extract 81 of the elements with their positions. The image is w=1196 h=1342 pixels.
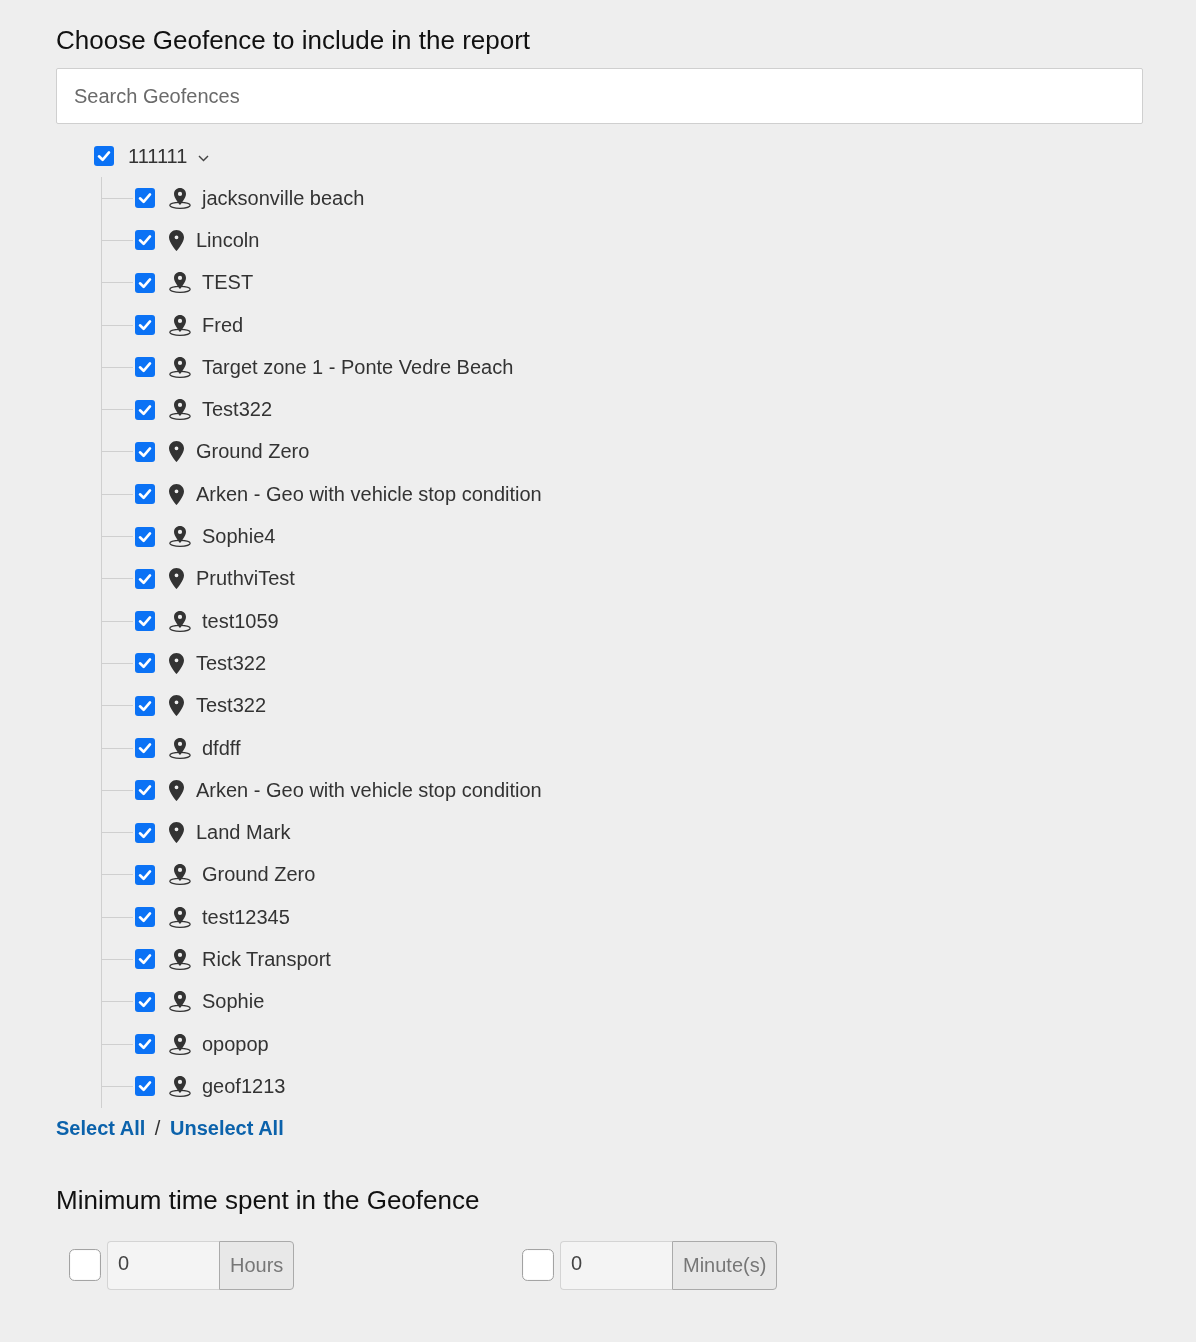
checkbox[interactable] bbox=[94, 146, 114, 166]
map-pin-icon bbox=[169, 779, 184, 801]
group-label: 111111 bbox=[128, 144, 188, 168]
unselect-all-link[interactable]: Unselect All bbox=[170, 1116, 284, 1139]
checkbox[interactable] bbox=[135, 315, 155, 336]
pin-with-ring-icon bbox=[169, 399, 191, 421]
unit-label: Hours bbox=[219, 1240, 295, 1290]
number-input[interactable]: 0 bbox=[560, 1240, 672, 1290]
pin-with-ring-icon bbox=[169, 272, 191, 294]
map-pin-icon bbox=[169, 652, 184, 674]
geofence-label: Arken - Geo with vehicle stop condition bbox=[196, 482, 542, 506]
checkbox[interactable] bbox=[135, 822, 155, 843]
map-pin-icon bbox=[169, 483, 184, 505]
chevron-down-icon[interactable] bbox=[198, 154, 210, 162]
geofence-label: PruthviTest bbox=[196, 567, 295, 591]
map-pin-icon bbox=[169, 822, 184, 844]
checkbox[interactable] bbox=[522, 1249, 554, 1282]
geofence-label: opopop bbox=[202, 1032, 269, 1056]
pin-with-ring-icon bbox=[169, 1033, 191, 1055]
pin-with-ring-icon bbox=[169, 356, 191, 378]
geofence-label: test12345 bbox=[202, 905, 290, 929]
pin-with-ring-icon bbox=[169, 737, 191, 759]
map-pin-icon bbox=[169, 441, 184, 463]
geofence-label: TEST bbox=[202, 271, 254, 295]
checkbox[interactable] bbox=[135, 907, 155, 928]
geofence-label: Target zone 1 - Ponte Vedre Beach bbox=[202, 355, 514, 379]
checkbox[interactable] bbox=[135, 272, 155, 293]
geofence-label: jacksonville beach bbox=[202, 186, 365, 210]
checkbox[interactable] bbox=[135, 357, 155, 378]
geofence-label: Sophie bbox=[202, 990, 265, 1014]
pin-with-ring-icon bbox=[169, 1075, 191, 1097]
geofence-label: Rick Transport bbox=[202, 948, 331, 971]
geofence-label: geof1213 bbox=[202, 1074, 286, 1098]
section-heading: Choose Geofence to include in the report bbox=[56, 24, 532, 57]
geofence-label: Lincoln bbox=[196, 228, 260, 252]
pin-with-ring-icon bbox=[169, 991, 191, 1013]
geofence-label: Land Mark bbox=[196, 821, 291, 845]
geofence-label: Test322 bbox=[196, 694, 267, 718]
checkbox[interactable] bbox=[135, 1034, 155, 1055]
pin-with-ring-icon bbox=[169, 526, 191, 547]
select-all-link[interactable]: Select All bbox=[56, 1116, 146, 1139]
number-input[interactable]: 0 bbox=[107, 1240, 219, 1290]
pin-with-ring-icon bbox=[169, 864, 191, 886]
geofence-label: Ground Zero bbox=[196, 440, 310, 464]
checkbox[interactable] bbox=[135, 188, 155, 209]
pin-with-ring-icon bbox=[169, 314, 191, 336]
geofence-label: Arken - Geo with vehicle stop condition bbox=[196, 778, 542, 802]
geofence-label: Test322 bbox=[196, 651, 267, 675]
map-pin-icon bbox=[169, 568, 184, 590]
checkbox[interactable] bbox=[135, 653, 155, 674]
checkbox[interactable] bbox=[135, 780, 155, 801]
checkbox[interactable] bbox=[135, 949, 155, 970]
section-heading: Minimum time spent in the Geofence bbox=[56, 1185, 481, 1214]
checkbox[interactable] bbox=[135, 738, 155, 758]
pin-with-ring-icon bbox=[169, 949, 191, 970]
geofence-label: Sophie4 bbox=[202, 525, 276, 548]
map-pin-icon bbox=[169, 229, 184, 251]
checkbox[interactable] bbox=[135, 1076, 155, 1097]
geofence-label: test1059 bbox=[202, 609, 279, 633]
search-field[interactable]: Search Geofences bbox=[56, 68, 1143, 124]
slash-separator: / bbox=[154, 1116, 161, 1139]
pin-with-ring-icon bbox=[169, 906, 191, 928]
geofence-label: Ground Zero bbox=[202, 863, 316, 887]
checkbox[interactable] bbox=[69, 1249, 101, 1282]
checkbox[interactable] bbox=[135, 991, 155, 1012]
unit-label: Minute(s) bbox=[672, 1240, 778, 1290]
geofence-label: dfdff bbox=[202, 736, 241, 760]
geofence-label: Test322 bbox=[202, 398, 273, 422]
pin-with-ring-icon bbox=[169, 610, 191, 632]
checkbox[interactable] bbox=[135, 230, 155, 251]
checkbox[interactable] bbox=[135, 611, 155, 632]
checkbox[interactable] bbox=[135, 399, 155, 420]
checkbox[interactable] bbox=[135, 568, 155, 589]
pin-with-ring-icon bbox=[169, 187, 191, 209]
geofence-label: Fred bbox=[202, 313, 244, 337]
checkbox[interactable] bbox=[135, 484, 155, 505]
checkbox[interactable] bbox=[135, 526, 155, 547]
map-pin-icon bbox=[169, 695, 184, 717]
checkbox[interactable] bbox=[135, 864, 155, 885]
checkbox[interactable] bbox=[135, 441, 155, 462]
checkbox[interactable] bbox=[135, 695, 155, 716]
